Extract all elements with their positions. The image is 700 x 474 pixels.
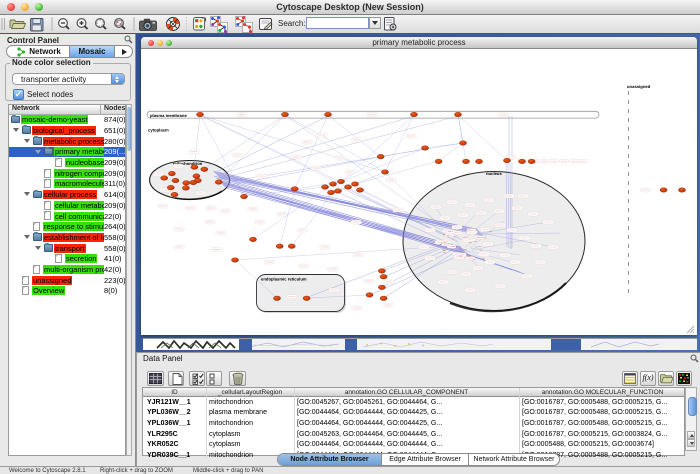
svg-text:endoplasmic reticulum: endoplasmic reticulum xyxy=(261,277,307,282)
svg-text:cytoplasm: cytoplasm xyxy=(148,128,169,133)
svg-text:plasma membrane: plasma membrane xyxy=(150,113,187,118)
svg-text:unassigned: unassigned xyxy=(627,84,651,89)
svg-text:nucleus: nucleus xyxy=(486,171,502,176)
